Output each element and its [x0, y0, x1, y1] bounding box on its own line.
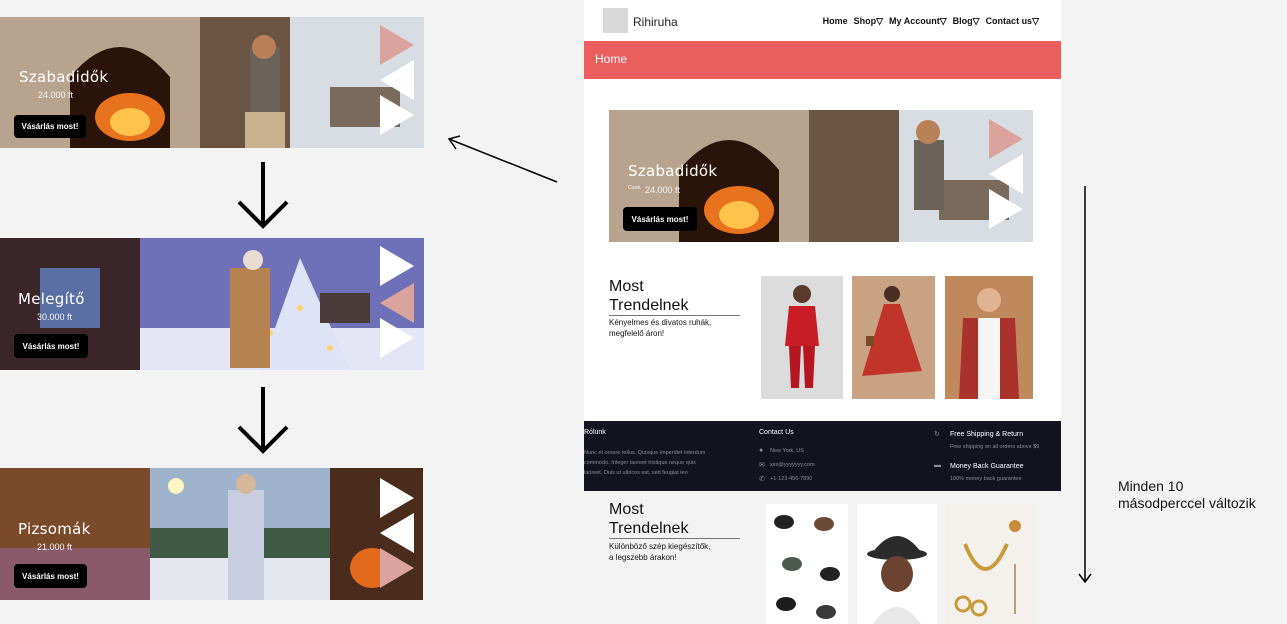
shop-now-button[interactable]: Vásárlás most! — [14, 564, 87, 588]
play-arrow-icon[interactable] — [380, 548, 414, 588]
play-arrow-icon[interactable] — [989, 119, 1023, 159]
trend2-title-line2: Trendelnek — [609, 520, 689, 537]
long-down-arrow-icon — [1078, 186, 1092, 584]
banner-price: 30.000 ft — [37, 312, 73, 322]
pointer-arrow-icon — [447, 135, 558, 183]
trend2-subtitle-line2: a legszebb árakon! — [609, 553, 677, 562]
banner-variant-melegito: Melegítő 30.000 ft Vásárlás most! — [0, 238, 424, 370]
site-footer: Rólunk Nunc et ornare tellus. Quisque im… — [584, 421, 1061, 491]
wallet-icon: ▬ — [934, 462, 941, 469]
product-bucket-hat-image[interactable] — [857, 504, 937, 624]
shop-now-button[interactable]: Vásárlás most! — [623, 207, 697, 231]
footer-shipping-text: Free shipping on all orders above $9 — [950, 444, 1040, 450]
footer-contact-address: New York, US — [770, 448, 804, 454]
footer-shipping-title: Free Shipping & Return — [950, 431, 1024, 438]
play-arrow-icon[interactable] — [380, 246, 414, 286]
footer-money-text: 100% money back guarantee — [950, 476, 1022, 482]
caption-line1: Minden 10 — [1118, 478, 1184, 494]
hero-price-prefix: Csak — [628, 185, 641, 191]
hero-title: Szabadidők — [628, 162, 718, 180]
banner-title: Pizsomák — [18, 520, 91, 538]
down-arrow-icon — [237, 387, 289, 454]
nav-my-account[interactable]: My Account▽ — [889, 16, 947, 27]
product-flannel-shirt-image[interactable] — [945, 276, 1033, 399]
footer-contact-phone[interactable]: +1-123-456-7890 — [770, 474, 812, 484]
site-header: Rihiruha Home Shop▽ My Account▽ Blog▽ Co… — [584, 0, 1061, 41]
product-red-suit-image[interactable] — [761, 276, 843, 399]
breadcrumb-bar: Home — [584, 41, 1061, 79]
play-arrow-icon[interactable] — [380, 95, 414, 135]
shop-now-button[interactable]: Vásárlás most! — [14, 334, 88, 358]
caption-line2: másodperccel változik — [1118, 495, 1256, 511]
trend-divider — [609, 315, 740, 316]
banner-variant-pizsomak: Pizsomák 21.000 ft Vásárlás most! — [0, 468, 423, 600]
nav-home[interactable]: Home — [823, 16, 848, 27]
footer-about-line: laoreet. Duis ut ultrices est, sed feugi… — [584, 470, 688, 476]
trend2-divider — [609, 538, 740, 539]
trend-subtitle-line1: Kényelmes és divatos ruhák, — [609, 318, 712, 327]
rotation-caption: Minden 10 másodperccel változik — [1118, 478, 1256, 512]
product-red-dress-image[interactable] — [852, 276, 935, 399]
down-arrow-icon — [237, 162, 289, 229]
trend2-subtitle-line1: Különböző szép kiegészítők, — [609, 542, 711, 551]
hero-price: 24.000 ft — [645, 185, 681, 195]
hero-banner: Szabadidők Csak 24.000 ft Vásárlás most! — [609, 110, 1033, 242]
website-mockup: Rihiruha Home Shop▽ My Account▽ Blog▽ Co… — [584, 0, 1061, 491]
back-arrow-icon[interactable] — [380, 283, 414, 323]
brand-name[interactable]: Rihiruha — [633, 15, 678, 29]
banner-price: 24.000 ft — [38, 90, 74, 100]
footer-contact-email[interactable]: xxx@yyyyyyy.com — [770, 460, 815, 470]
product-sunglasses-image[interactable] — [766, 504, 848, 624]
trend-title-line1: Most — [609, 278, 644, 295]
play-arrow-icon[interactable] — [989, 189, 1023, 229]
play-arrow-icon[interactable] — [380, 318, 414, 358]
refresh-icon: ↻ — [934, 431, 940, 438]
back-arrow-icon[interactable] — [380, 60, 414, 100]
mail-icon: ✉ — [759, 462, 765, 469]
trend2-title-line1: Most — [609, 501, 644, 518]
play-arrow-icon[interactable] — [380, 478, 414, 518]
footer-about-line: commodo. Integer laoreet tristique neque… — [584, 460, 696, 466]
location-icon: ● — [759, 447, 764, 454]
back-arrow-icon[interactable] — [989, 154, 1023, 194]
main-nav: Home Shop▽ My Account▽ Blog▽ Contact us▽ — [823, 16, 1039, 27]
trend-title-line2: Trendelnek — [609, 297, 689, 314]
play-arrow-icon[interactable] — [380, 25, 414, 65]
banner-title: Szabadidők — [19, 68, 109, 86]
nav-contact[interactable]: Contact us▽ — [986, 16, 1039, 27]
banner-variant-szabadidok: Szabadidők 24.000 ft Vásárlás most! — [0, 17, 424, 148]
footer-money-title: Money Back Guarantee — [950, 463, 1024, 470]
back-arrow-icon[interactable] — [380, 513, 414, 553]
banner-price: 21.000 ft — [37, 542, 73, 552]
breadcrumb-home[interactable]: Home — [595, 52, 627, 66]
nav-shop[interactable]: Shop▽ — [854, 16, 883, 27]
footer-contact-title: Contact Us — [759, 429, 794, 436]
footer-about-title: Rólunk — [584, 429, 606, 436]
banner-title: Melegítő — [18, 290, 85, 308]
phone-icon: ✆ — [759, 476, 765, 483]
shop-now-button[interactable]: Vásárlás most! — [14, 115, 86, 138]
trend-subtitle-line2: megfelelő áron! — [609, 329, 665, 338]
logo[interactable] — [603, 8, 628, 33]
nav-blog[interactable]: Blog▽ — [953, 16, 980, 27]
product-jewelry-image[interactable] — [945, 504, 1033, 624]
footer-about-line: Nunc et ornare tellus. Quisque imperdiet… — [584, 450, 706, 456]
